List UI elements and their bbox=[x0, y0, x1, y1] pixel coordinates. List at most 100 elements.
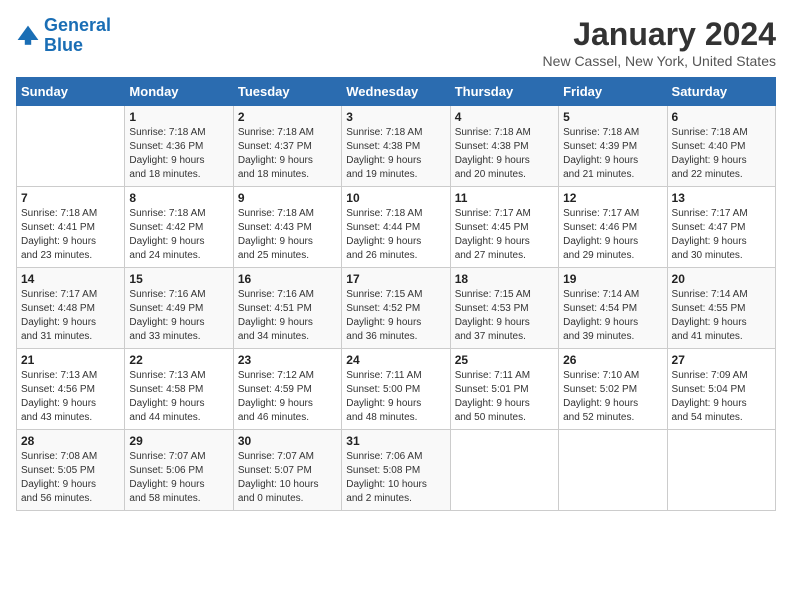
day-info: Sunrise: 7:18 AMSunset: 4:44 PMDaylight:… bbox=[346, 207, 445, 263]
calendar-cell: 20 Sunrise: 7:14 AMSunset: 4:55 PMDayligh… bbox=[667, 268, 775, 349]
calendar-week-4: 21Sunrise: 7:13 AMSunset: 4:56 PMDayligh… bbox=[17, 349, 776, 430]
day-number: 7 bbox=[21, 191, 120, 205]
day-info: Sunrise: 7:18 AMSunset: 4:39 PMDaylight:… bbox=[563, 126, 662, 182]
day-info: Sunrise: 7:17 AMSunset: 4:45 PMDaylight:… bbox=[455, 207, 554, 263]
day-number: 23 bbox=[238, 353, 337, 367]
weekday-header-wednesday: Wednesday bbox=[342, 78, 450, 106]
day-number: 27 bbox=[672, 353, 771, 367]
day-number: 31 bbox=[346, 434, 445, 448]
calendar-cell: 22 Sunrise: 7:13 AMSunset: 4:58 PMDayligh… bbox=[125, 349, 233, 430]
day-number: 15 bbox=[129, 272, 228, 286]
day-number: 1 bbox=[129, 110, 228, 124]
calendar-cell: 16Sunrise: 7:16 AMSunset: 4:51 PMDayligh… bbox=[233, 268, 341, 349]
calendar-cell: 7Sunrise: 7:18 AMSunset: 4:41 PMDaylight… bbox=[17, 187, 125, 268]
calendar-cell bbox=[667, 430, 775, 511]
day-info: Sunrise: 7:14 AMSunset: 4:55 PMDaylight:… bbox=[672, 288, 771, 344]
calendar-cell: 28Sunrise: 7:08 AMSunset: 5:05 PMDayligh… bbox=[17, 430, 125, 511]
calendar-cell: 13Sunrise: 7:17 AMSunset: 4:47 PMDayligh… bbox=[667, 187, 775, 268]
calendar-subtitle: New Cassel, New York, United States bbox=[543, 53, 776, 69]
weekday-header-row: SundayMondayTuesdayWednesdayThursdayFrid… bbox=[17, 78, 776, 106]
calendar-table: SundayMondayTuesdayWednesdayThursdayFrid… bbox=[16, 77, 776, 511]
day-info: Sunrise: 7:18 AMSunset: 4:36 PMDaylight:… bbox=[129, 126, 228, 182]
day-number: 11 bbox=[455, 191, 554, 205]
day-number: 24 bbox=[346, 353, 445, 367]
day-info: Sunrise: 7:18 AMSunset: 4:42 PMDaylight:… bbox=[129, 207, 228, 263]
day-info: Sunrise: 7:07 AMSunset: 5:07 PMDaylight:… bbox=[238, 450, 337, 506]
day-number: 21 bbox=[21, 353, 120, 367]
calendar-cell: 29 Sunrise: 7:07 AMSunset: 5:06 PMDayligh… bbox=[125, 430, 233, 511]
calendar-body: 1 Sunrise: 7:18 AMSunset: 4:36 PMDaylight… bbox=[17, 106, 776, 511]
day-number: 18 bbox=[455, 272, 554, 286]
day-info: Sunrise: 7:13 AMSunset: 4:58 PMDaylight:… bbox=[129, 369, 228, 425]
day-info: Sunrise: 7:17 AMSunset: 4:46 PMDaylight:… bbox=[563, 207, 662, 263]
calendar-cell: 2Sunrise: 7:18 AMSunset: 4:37 PMDaylight… bbox=[233, 106, 341, 187]
logo-line1: General bbox=[44, 15, 111, 35]
logo-text: General Blue bbox=[44, 16, 111, 56]
day-number: 28 bbox=[21, 434, 120, 448]
day-number: 26 bbox=[563, 353, 662, 367]
calendar-cell bbox=[450, 430, 558, 511]
day-number: 25 bbox=[455, 353, 554, 367]
calendar-title: January 2024 bbox=[543, 16, 776, 53]
calendar-cell: 24 Sunrise: 7:11 AMSunset: 5:00 PMDayligh… bbox=[342, 349, 450, 430]
calendar-cell: 21Sunrise: 7:13 AMSunset: 4:56 PMDayligh… bbox=[17, 349, 125, 430]
day-info: Sunrise: 7:07 AMSunset: 5:06 PMDaylight:… bbox=[129, 450, 228, 506]
day-number: 3 bbox=[346, 110, 445, 124]
day-number: 9 bbox=[238, 191, 337, 205]
day-info: Sunrise: 7:16 AMSunset: 4:51 PMDaylight:… bbox=[238, 288, 337, 344]
day-number: 19 bbox=[563, 272, 662, 286]
day-number: 17 bbox=[346, 272, 445, 286]
calendar-cell: 18 Sunrise: 7:15 AMSunset: 4:53 PMDayligh… bbox=[450, 268, 558, 349]
day-number: 12 bbox=[563, 191, 662, 205]
day-number: 13 bbox=[672, 191, 771, 205]
calendar-cell: 25 Sunrise: 7:11 AMSunset: 5:01 PMDayligh… bbox=[450, 349, 558, 430]
day-info: Sunrise: 7:09 AMSunset: 5:04 PMDaylight:… bbox=[672, 369, 771, 425]
calendar-cell bbox=[559, 430, 667, 511]
day-number: 8 bbox=[129, 191, 228, 205]
day-number: 29 bbox=[129, 434, 228, 448]
weekday-header-friday: Friday bbox=[559, 78, 667, 106]
day-info: Sunrise: 7:18 AMSunset: 4:43 PMDaylight:… bbox=[238, 207, 337, 263]
calendar-cell: 17 Sunrise: 7:15 AMSunset: 4:52 PMDayligh… bbox=[342, 268, 450, 349]
day-number: 22 bbox=[129, 353, 228, 367]
calendar-cell: 3 Sunrise: 7:18 AMSunset: 4:38 PMDaylight… bbox=[342, 106, 450, 187]
weekday-header-monday: Monday bbox=[125, 78, 233, 106]
calendar-cell: 8 Sunrise: 7:18 AMSunset: 4:42 PMDaylight… bbox=[125, 187, 233, 268]
calendar-cell: 14 Sunrise: 7:17 AMSunset: 4:48 PMDayligh… bbox=[17, 268, 125, 349]
logo-icon bbox=[16, 24, 40, 48]
day-number: 2 bbox=[238, 110, 337, 124]
calendar-week-2: 7Sunrise: 7:18 AMSunset: 4:41 PMDaylight… bbox=[17, 187, 776, 268]
day-info: Sunrise: 7:10 AMSunset: 5:02 PMDaylight:… bbox=[563, 369, 662, 425]
day-number: 6 bbox=[672, 110, 771, 124]
calendar-cell: 23 Sunrise: 7:12 AMSunset: 4:59 PMDayligh… bbox=[233, 349, 341, 430]
day-info: Sunrise: 7:06 AMSunset: 5:08 PMDaylight:… bbox=[346, 450, 445, 506]
calendar-cell: 1 Sunrise: 7:18 AMSunset: 4:36 PMDaylight… bbox=[125, 106, 233, 187]
day-info: Sunrise: 7:15 AMSunset: 4:52 PMDaylight:… bbox=[346, 288, 445, 344]
day-info: Sunrise: 7:18 AMSunset: 4:40 PMDaylight:… bbox=[672, 126, 771, 182]
day-info: Sunrise: 7:12 AMSunset: 4:59 PMDaylight:… bbox=[238, 369, 337, 425]
day-info: Sunrise: 7:18 AMSunset: 4:38 PMDaylight:… bbox=[455, 126, 554, 182]
day-number: 20 bbox=[672, 272, 771, 286]
day-info: Sunrise: 7:11 AMSunset: 5:00 PMDaylight:… bbox=[346, 369, 445, 425]
title-area: January 2024 New Cassel, New York, Unite… bbox=[543, 16, 776, 69]
calendar-cell: 6 Sunrise: 7:18 AMSunset: 4:40 PMDaylight… bbox=[667, 106, 775, 187]
logo-line2: Blue bbox=[44, 35, 83, 55]
day-info: Sunrise: 7:11 AMSunset: 5:01 PMDaylight:… bbox=[455, 369, 554, 425]
weekday-header-tuesday: Tuesday bbox=[233, 78, 341, 106]
day-number: 14 bbox=[21, 272, 120, 286]
day-info: Sunrise: 7:17 AMSunset: 4:48 PMDaylight:… bbox=[21, 288, 120, 344]
calendar-cell: 5Sunrise: 7:18 AMSunset: 4:39 PMDaylight… bbox=[559, 106, 667, 187]
calendar-cell: 9 Sunrise: 7:18 AMSunset: 4:43 PMDaylight… bbox=[233, 187, 341, 268]
calendar-cell: 31 Sunrise: 7:06 AMSunset: 5:08 PMDayligh… bbox=[342, 430, 450, 511]
calendar-cell: 30Sunrise: 7:07 AMSunset: 5:07 PMDayligh… bbox=[233, 430, 341, 511]
day-info: Sunrise: 7:18 AMSunset: 4:38 PMDaylight:… bbox=[346, 126, 445, 182]
calendar-cell: 11 Sunrise: 7:17 AMSunset: 4:45 PMDayligh… bbox=[450, 187, 558, 268]
day-info: Sunrise: 7:15 AMSunset: 4:53 PMDaylight:… bbox=[455, 288, 554, 344]
calendar-cell: 19Sunrise: 7:14 AMSunset: 4:54 PMDayligh… bbox=[559, 268, 667, 349]
calendar-cell: 10Sunrise: 7:18 AMSunset: 4:44 PMDayligh… bbox=[342, 187, 450, 268]
calendar-week-3: 14 Sunrise: 7:17 AMSunset: 4:48 PMDayligh… bbox=[17, 268, 776, 349]
weekday-header-saturday: Saturday bbox=[667, 78, 775, 106]
calendar-week-1: 1 Sunrise: 7:18 AMSunset: 4:36 PMDaylight… bbox=[17, 106, 776, 187]
calendar-cell: 26 Sunrise: 7:10 AMSunset: 5:02 PMDayligh… bbox=[559, 349, 667, 430]
page-header: General Blue January 2024 New Cassel, Ne… bbox=[16, 16, 776, 69]
